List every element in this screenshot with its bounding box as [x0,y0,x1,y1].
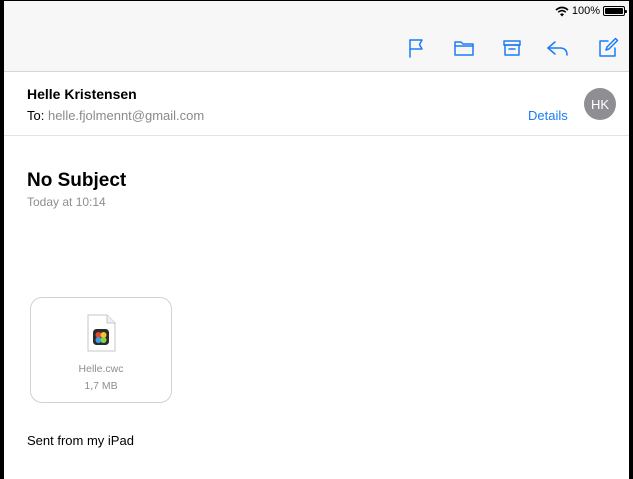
app-file-icon [87,314,116,352]
status-bar: 100% [4,1,629,23]
to-label: To: [27,108,45,123]
flag-icon [409,39,423,58]
attachment-file-size: 1,7 MB [84,380,118,392]
message-subject: No Subject [27,170,127,191]
recipient-address[interactable]: helle.fjolmennt@gmail.com [48,108,204,123]
recipient-line: To: helle.fjolmennt@gmail.com [27,108,204,123]
message-date: Today at 10:14 [27,195,106,209]
compose-button[interactable] [594,35,622,61]
attachment-file-name: Helle.cwc [78,363,124,375]
archive-icon [503,40,521,56]
battery-icon [603,6,627,16]
message-signature: Sent from my iPad [27,433,134,448]
reply-button[interactable] [544,35,572,61]
status-right: 100% [555,4,627,18]
flag-button[interactable] [402,35,430,61]
details-link[interactable]: Details [528,108,568,123]
attachment-card[interactable]: Helle.cwc 1,7 MB [30,297,172,403]
message-header: Helle Kristensen To: helle.fjolmennt@gma… [4,72,629,136]
compose-icon [599,37,619,57]
reply-icon [547,41,568,56]
avatar[interactable]: HK [584,88,616,120]
sender-name[interactable]: Helle Kristensen [27,86,137,102]
mail-message-view: 100% Helle Kristensen To: helle.fjolmenn… [0,0,633,479]
move-to-folder-button[interactable] [450,35,478,61]
archive-button[interactable] [498,35,526,61]
message-toolbar [4,23,629,72]
folder-icon [454,41,474,56]
battery-percentage: 100% [571,5,600,17]
wifi-icon [555,6,569,16]
battery-fill [605,8,623,14]
